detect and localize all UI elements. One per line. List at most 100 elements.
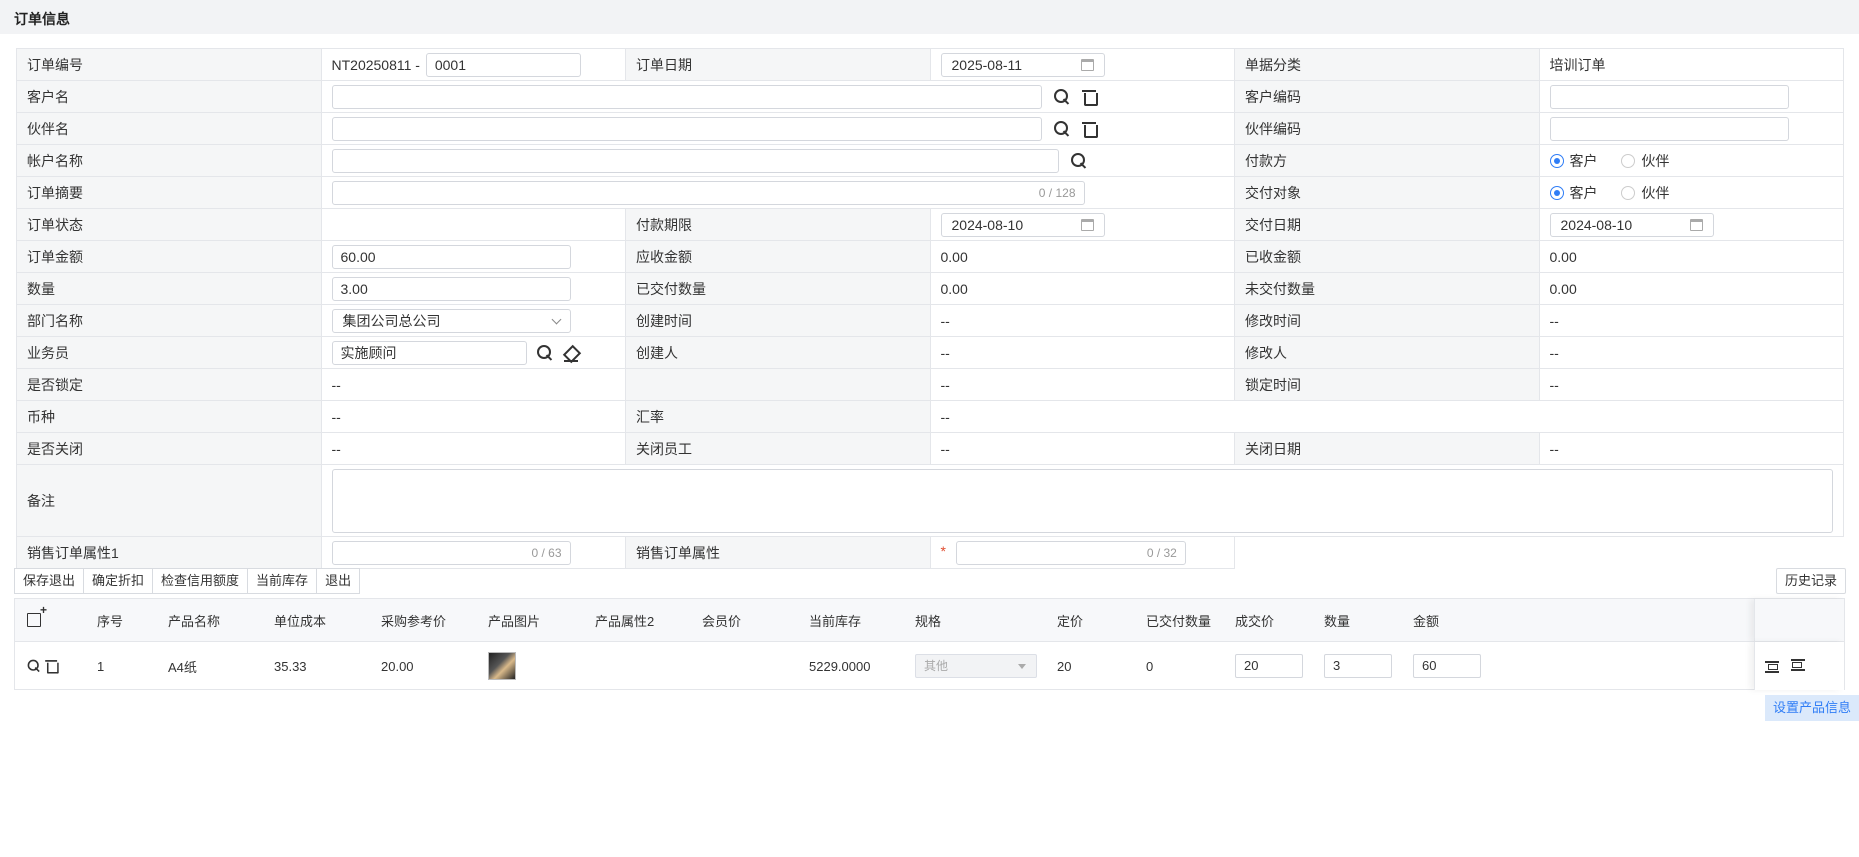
attr1-label: 销售订单属性1	[16, 536, 322, 569]
attr-input[interactable]: 0 / 32	[955, 540, 1186, 565]
modified-time-value: --	[1538, 304, 1844, 337]
order-no-label: 订单编号	[16, 48, 322, 81]
eraser-icon[interactable]	[562, 344, 580, 362]
quantity-label: 数量	[16, 272, 322, 305]
order-no-prefix: NT20250811 -	[331, 56, 420, 73]
search-icon[interactable]	[1070, 152, 1088, 170]
cell-unit-cost: 35.33	[274, 658, 307, 674]
confirm-discount-button[interactable]: 确定折扣	[84, 568, 154, 594]
check-credit-button[interactable]: 检查信用额度	[153, 568, 249, 594]
col-product-name: 产品名称	[168, 613, 221, 629]
row-fixed-actions	[1754, 642, 1844, 690]
order-amount-input[interactable]: 60.00	[331, 244, 571, 269]
remark-textarea[interactable]	[331, 469, 1833, 533]
cell-amount: 60	[1413, 642, 1481, 690]
deal-price-input[interactable]: 20	[1235, 654, 1303, 678]
created-time-value: --	[929, 304, 1235, 337]
set-product-info-button[interactable]: 设置产品信息	[1764, 695, 1859, 721]
attr-cell: * 0 / 32	[929, 536, 1235, 569]
department-value: 集团公司总公司	[342, 312, 441, 329]
grid-header: 序号 产品名称 单位成本 采购参考价 产品图片 产品属性2 会员价 当前库存 规…	[15, 599, 1844, 641]
currency-value: --	[320, 400, 626, 433]
section-header: 订单信息	[0, 0, 1859, 34]
order-date-picker[interactable]: 2025-08-11	[940, 52, 1105, 77]
modified-time-label: 修改时间	[1234, 304, 1540, 337]
summary-input[interactable]: 0 / 128	[331, 180, 1085, 205]
partner-name-input[interactable]	[331, 116, 1042, 141]
department-select[interactable]: 集团公司总公司	[331, 308, 571, 333]
attr1-counter: 0 / 63	[531, 545, 562, 560]
delivery-date-picker[interactable]: 2024-08-10	[1549, 212, 1714, 237]
salesperson-label: 业务员	[16, 336, 322, 369]
current-stock-button[interactable]: 当前库存	[248, 568, 318, 594]
customer-name-label: 客户名	[16, 80, 322, 113]
delivery-radio-partner[interactable]	[1621, 185, 1636, 200]
attr-label: 销售订单属性	[625, 536, 931, 569]
payer-radio-customer[interactable]	[1549, 153, 1564, 168]
payer-radio-partner[interactable]	[1621, 153, 1636, 168]
insert-above-icon[interactable]	[1765, 659, 1779, 673]
payment-deadline-picker[interactable]: 2024-08-10	[940, 212, 1105, 237]
doc-category-label: 单据分类	[1234, 48, 1540, 81]
search-icon[interactable]	[27, 659, 41, 673]
trash-icon[interactable]	[1081, 88, 1099, 106]
creator-label: 创建人	[625, 336, 931, 369]
attr1-input[interactable]: 0 / 63	[331, 540, 571, 565]
delivered-qty-value: 0.00	[929, 272, 1235, 305]
customer-code-input[interactable]	[1549, 84, 1789, 109]
delivery-radio-customer[interactable]	[1549, 185, 1564, 200]
partner-code-cell	[1538, 112, 1844, 145]
search-icon[interactable]	[1053, 88, 1071, 106]
customer-code-label: 客户编码	[1234, 80, 1540, 113]
trash-icon[interactable]	[1081, 120, 1099, 138]
order-form: 订单编号 NT20250811 - 0001 订单日期 2025-08-11 单…	[16, 48, 1844, 569]
summary-counter: 0 / 128	[1038, 185, 1076, 200]
attr1-cell: 0 / 63	[320, 536, 626, 569]
qty-input[interactable]: 3	[1324, 654, 1392, 678]
remark-cell	[320, 464, 1844, 537]
trash-icon[interactable]	[44, 658, 59, 674]
undelivered-qty-value: 0.00	[1538, 272, 1844, 305]
exchange-rate-label: 汇率	[625, 400, 931, 433]
cell-seq: 1	[97, 658, 105, 674]
delivery-date-cell: 2024-08-10	[1538, 208, 1844, 241]
col-deal-price: 成交价	[1235, 613, 1275, 629]
partner-code-input[interactable]	[1549, 116, 1789, 141]
quantity-input[interactable]: 3.00	[331, 276, 571, 301]
account-name-input[interactable]	[331, 148, 1059, 173]
cell-qty: 3	[1324, 642, 1392, 690]
product-grid: 序号 产品名称 单位成本 采购参考价 产品图片 产品属性2 会员价 当前库存 规…	[14, 598, 1845, 690]
required-mark: *	[940, 543, 946, 560]
close-date-label: 关闭日期	[1234, 432, 1540, 465]
exchange-rate-value: --	[929, 400, 1844, 433]
currency-label: 币种	[16, 400, 322, 433]
history-button[interactable]: 历史记录	[1775, 568, 1846, 594]
summary-cell: 0 / 128	[320, 176, 1235, 209]
search-icon[interactable]	[1053, 120, 1071, 138]
row-actions	[25, 642, 61, 690]
account-name-label: 帐户名称	[16, 144, 322, 177]
add-row-icon[interactable]	[27, 603, 47, 627]
col-qty: 数量	[1324, 613, 1351, 629]
delivery-date-value: 2024-08-10	[1560, 216, 1633, 233]
save-exit-button[interactable]: 保存退出	[14, 568, 85, 594]
order-date-label: 订单日期	[625, 48, 931, 81]
salesperson-input[interactable]: 实施顾问	[331, 340, 527, 365]
product-thumbnail[interactable]	[488, 652, 516, 680]
delivery-option-customer: 客户	[1569, 184, 1598, 201]
col-amount: 金额	[1413, 613, 1440, 629]
amount-input[interactable]: 60	[1413, 654, 1481, 678]
col-list-price: 定价	[1057, 613, 1084, 629]
delivered-qty-label: 已交付数量	[625, 272, 931, 305]
spec-select[interactable]: 其他	[915, 654, 1037, 678]
customer-name-input[interactable]	[331, 84, 1042, 109]
cell-purchase-ref: 20.00	[381, 658, 414, 674]
insert-below-icon[interactable]	[1791, 659, 1805, 673]
order-no-input[interactable]: 0001	[425, 52, 581, 77]
exit-button[interactable]: 退出	[317, 568, 361, 594]
is-closed-label: 是否关闭	[16, 432, 322, 465]
customer-name-cell	[320, 80, 1235, 113]
received-value: 0.00	[1538, 240, 1844, 273]
search-icon[interactable]	[536, 344, 554, 362]
undelivered-qty-label: 未交付数量	[1234, 272, 1540, 305]
